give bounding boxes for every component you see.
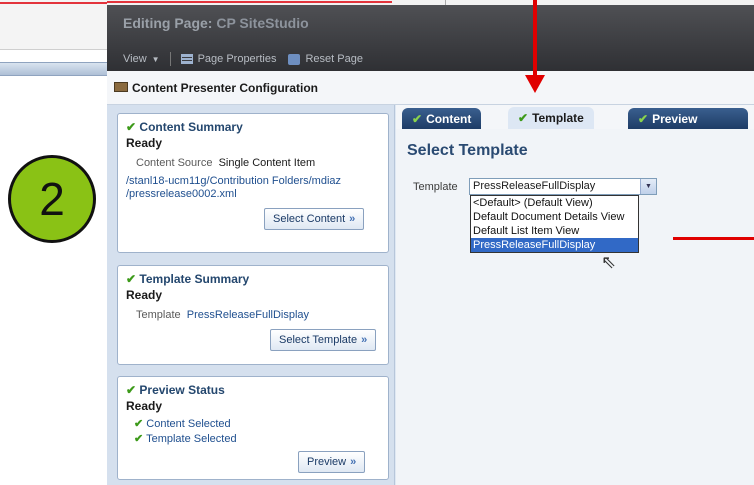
template-select[interactable]: PressReleaseFullDisplay ▼ [469, 178, 657, 195]
editor-toolbar: View ▼ Page Properties Reset Page [123, 52, 363, 66]
content-summary-title-text: Content Summary [139, 120, 243, 134]
view-menu[interactable]: View ▼ [123, 53, 160, 65]
select-template-heading: Select Template [407, 142, 528, 159]
content-source-row: Content Source Single Content Item [136, 157, 315, 169]
check-icon: ✔ [126, 272, 137, 286]
content-path-line-2: /pressrelease0002.xml [126, 188, 237, 200]
template-field-label: Template [413, 181, 458, 193]
tab-content-label: Content [426, 111, 472, 126]
dropdown-option-highlighted[interactable]: PressReleaseFullDisplay [471, 238, 638, 252]
view-menu-label: View [123, 53, 147, 65]
red-underline [0, 2, 107, 4]
check-icon: ✔ [412, 111, 423, 126]
background-window-header [0, 0, 107, 50]
select-template-label: Select Template [279, 334, 358, 346]
check-icon: ✔ [638, 111, 649, 126]
page-properties-button[interactable]: Page Properties [180, 53, 277, 65]
annotation-arrow-shaft [533, 0, 537, 78]
content-presenter-window: Editing Page: CP SiteStudio View ▼ Page … [107, 5, 754, 485]
chevron-down-icon[interactable]: ▼ [640, 179, 656, 194]
double-chevron-right-icon: » [349, 213, 356, 225]
preview-item: ✔ Template Selected [134, 432, 237, 445]
preview-status-title: ✔ Preview Status [126, 383, 225, 397]
toolbar-separator [169, 52, 171, 66]
select-template-button[interactable]: Select Template » [270, 329, 377, 351]
preview-item: ✔ Content Selected [134, 417, 231, 430]
check-icon: ✔ [126, 120, 137, 134]
chevron-down-icon: ▼ [151, 54, 160, 64]
template-selection-panel: ✔ Content ✔ Template ✔ Preview Select Te… [396, 105, 754, 485]
template-summary-title-text: Template Summary [139, 272, 250, 286]
double-chevron-right-icon: » [350, 456, 357, 468]
config-title-bar: Content Presenter Configuration [107, 71, 754, 105]
config-title: Content Presenter Configuration [132, 81, 319, 95]
preview-item-label: Template Selected [146, 433, 237, 445]
preview-status-title-text: Preview Status [139, 383, 225, 397]
check-icon: ✔ [134, 433, 144, 445]
content-path-line-1: /stanl18-ucm11g/Contribution Folders/mdi… [126, 175, 342, 187]
select-content-button[interactable]: Select Content » [264, 208, 365, 230]
reset-page-label: Reset Page [305, 53, 363, 65]
template-summary-title: ✔ Template Summary [126, 272, 249, 286]
red-underline-top [107, 1, 392, 3]
page-properties-label: Page Properties [197, 53, 277, 65]
page-title-name: CP SiteStudio [216, 15, 309, 31]
tab-preview-label: Preview [652, 111, 698, 126]
check-icon: ✔ [134, 418, 144, 430]
dropdown-option[interactable]: <Default> (Default View) [471, 196, 638, 210]
preview-button[interactable]: Preview » [298, 451, 366, 473]
template-select-value: PressReleaseFullDisplay [473, 180, 596, 192]
content-summary-status: Ready [126, 136, 163, 150]
step-number-badge: 2 [8, 155, 96, 243]
summary-panel: ✔ Content Summary Ready Content Source S… [107, 105, 395, 485]
dropdown-option[interactable]: Default List Item View [471, 224, 638, 238]
tab-preview[interactable]: ✔ Preview [628, 108, 748, 129]
content-presenter-icon [114, 82, 128, 92]
preview-item-label: Content Selected [146, 418, 231, 430]
tab-template[interactable]: ✔ Template [508, 107, 594, 129]
mouse-pointer-icon: ⇖ [601, 252, 617, 272]
content-source-label: Content Source [136, 157, 213, 169]
template-row: Template PressReleaseFullDisplay [136, 309, 309, 321]
editor-header: Editing Page: CP SiteStudio View ▼ Page … [107, 5, 754, 71]
check-icon: ✔ [126, 383, 137, 397]
annotation-arrow-head [525, 75, 545, 93]
content-summary-title: ✔ Content Summary [126, 120, 243, 134]
select-content-label: Select Content [273, 213, 346, 225]
template-dropdown-list: <Default> (Default View) Default Documen… [470, 195, 639, 253]
reset-icon [288, 53, 301, 65]
background-window-bar [0, 62, 107, 76]
tab-content[interactable]: ✔ Content [402, 108, 482, 129]
tab-strip: ✔ Content ✔ Template ✔ Preview [396, 105, 754, 129]
preview-status-card: ✔ Preview Status Ready ✔ Content Selecte… [117, 376, 389, 480]
tab-template-label: Template [532, 111, 584, 125]
page-title: Editing Page: CP SiteStudio [123, 15, 309, 31]
template-summary-card: ✔ Template Summary Ready Template PressR… [117, 265, 389, 365]
template-label: Template [136, 309, 181, 321]
content-source-value: Single Content Item [218, 157, 316, 169]
annotation-pointer-line [673, 237, 754, 240]
template-summary-status: Ready [126, 288, 163, 302]
preview-button-label: Preview [307, 456, 347, 468]
check-icon: ✔ [518, 111, 529, 125]
double-chevron-right-icon: » [361, 334, 368, 346]
dropdown-option[interactable]: Default Document Details View [471, 210, 638, 224]
preview-status-status: Ready [126, 399, 163, 413]
content-summary-card: ✔ Content Summary Ready Content Source S… [117, 113, 389, 253]
page-properties-icon [180, 54, 193, 64]
template-value: PressReleaseFullDisplay [186, 309, 310, 321]
reset-page-button[interactable]: Reset Page [288, 53, 363, 65]
page-title-prefix: Editing Page: [123, 15, 213, 31]
